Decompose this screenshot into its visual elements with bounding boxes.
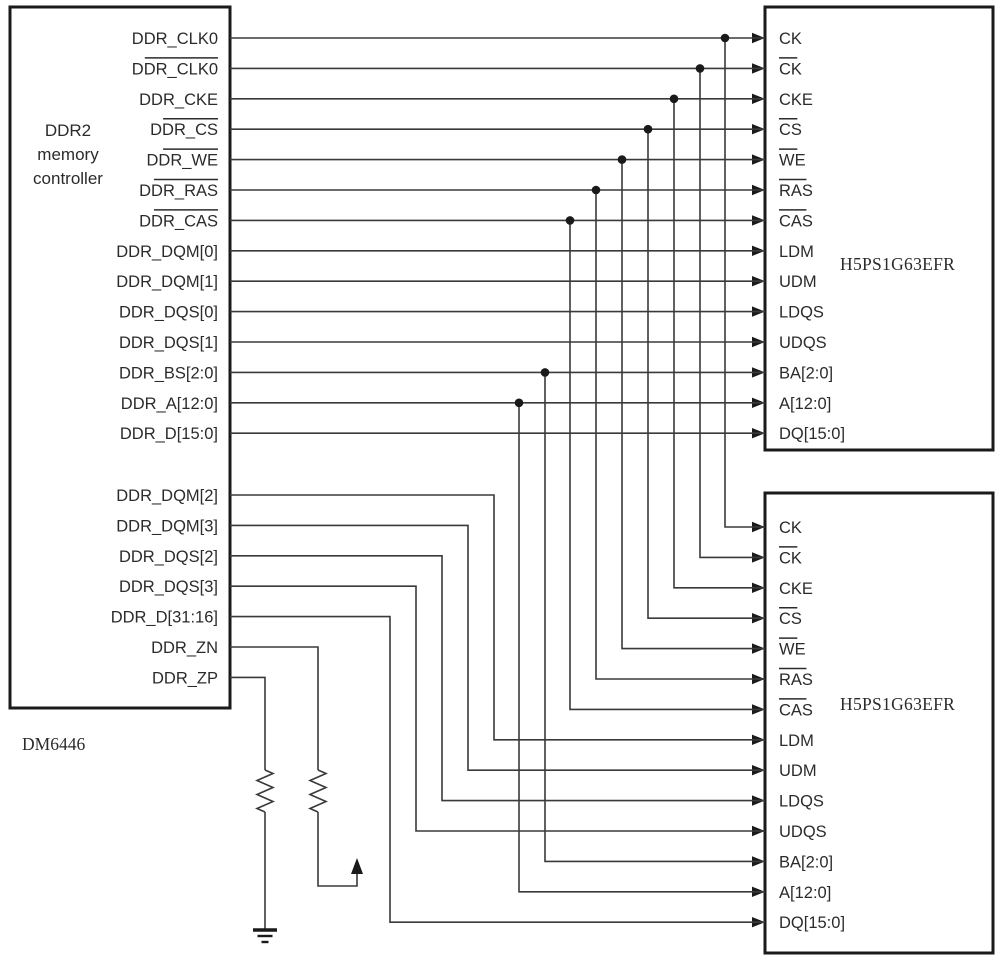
memory-top-pin-UDQS: UDQS bbox=[779, 334, 827, 352]
memory-bottom-pin-DQ150: DQ[15:0] bbox=[779, 914, 845, 932]
controller-pin-DDR_CLK0: DDR_CLK0 bbox=[132, 60, 218, 78]
shared-net-3 bbox=[647, 129, 765, 619]
memory-top-pin-RAS: RAS bbox=[779, 182, 813, 200]
schematic-svg: DDR2 memory controller DM6446 H5PS1G63EFR CK C… bbox=[8, 5, 995, 955]
controller-pin-DDR_ZN: DDR_ZN bbox=[151, 639, 218, 657]
net-bottom-2 bbox=[230, 555, 765, 802]
memory-bottom-pin-CAS: CAS bbox=[779, 701, 813, 719]
memory-top-pin-CS: CS bbox=[779, 121, 802, 139]
bus-junction-dot-1 bbox=[514, 398, 524, 408]
controller-block-outline bbox=[8, 5, 232, 710]
junction-dot-2 bbox=[669, 94, 679, 104]
bus-junction-dot-0 bbox=[540, 368, 550, 377]
controller-pin-DDR_D150: DDR_D[15:0] bbox=[120, 425, 218, 443]
shared-bus-1 bbox=[518, 402, 765, 893]
controller-pin-DDR_DQM1: DDR_DQM[1] bbox=[116, 273, 218, 291]
termination-network bbox=[230, 646, 363, 930]
controller-pin-DDR_WE: DDR_WE bbox=[146, 152, 218, 170]
memory-top-pin-BA20: BA[2:0] bbox=[779, 364, 833, 382]
memory-top-block: H5PS1G63EFR CK CK CKE CS WE RAS CAS LDM UDM LDQS UD… bbox=[752, 5, 995, 452]
memory-bottom-pin-BA20: BA[2:0] bbox=[779, 853, 833, 871]
junction-dot-0 bbox=[720, 33, 730, 43]
memory-top-pin-UDM: UDM bbox=[779, 273, 817, 291]
memory-bottom-pin-WE: WE bbox=[779, 641, 806, 659]
shared-net-4 bbox=[621, 159, 765, 650]
controller-pin-DDR_CS: DDR_CS bbox=[150, 121, 218, 139]
memory-top-pin-A120: A[12:0] bbox=[779, 395, 831, 413]
controller-part-name: DM6446 bbox=[22, 734, 85, 754]
supply-arrow-icon bbox=[351, 858, 363, 874]
memory-top-pin-CAS: CAS bbox=[779, 212, 813, 230]
memory-bottom-pin-UDM: UDM bbox=[779, 762, 817, 780]
controller-caption-line-2: controller bbox=[33, 169, 103, 188]
memory-bottom-pin-CK: CK bbox=[779, 519, 802, 537]
controller-pin-DDR_CLK0: DDR_CLK0 bbox=[132, 30, 218, 48]
zn-lead-bottom bbox=[317, 812, 358, 887]
schematic-canvas: DDR2 memory controller DM6446 H5PS1G63EFR CK C… bbox=[0, 0, 1000, 960]
controller-pin-DDR_D3116: DDR_D[31:16] bbox=[111, 609, 218, 627]
junction-dot-4 bbox=[617, 155, 627, 164]
memory-top-pin-CK: CK bbox=[779, 60, 802, 78]
controller-pin-DDR_DQS0: DDR_DQS[0] bbox=[119, 304, 218, 322]
zp-resistor bbox=[255, 769, 275, 813]
controller-pin-DDR_ZP: DDR_ZP bbox=[152, 669, 218, 687]
memory-top-part-name: H5PS1G63EFR bbox=[840, 254, 955, 274]
zn-lead-top bbox=[230, 646, 319, 770]
controller-caption-line-1: memory bbox=[37, 145, 99, 164]
net-group-top bbox=[230, 37, 765, 434]
memory-bottom-pin-CK: CK bbox=[779, 549, 802, 567]
controller-pin-DDR_DQS3: DDR_DQS[3] bbox=[119, 578, 218, 596]
memory-bottom-pin-A120: A[12:0] bbox=[779, 884, 831, 902]
junction-dot-6 bbox=[565, 216, 575, 225]
controller-caption-line-0: DDR2 bbox=[45, 121, 91, 140]
junction-dot-5 bbox=[591, 185, 601, 195]
junction-dot-3 bbox=[643, 124, 653, 134]
memory-bottom-pin-CKE: CKE bbox=[779, 580, 813, 598]
controller-pin-DDR_CKE: DDR_CKE bbox=[139, 91, 218, 109]
memory-bottom-pin-LDM: LDM bbox=[779, 732, 814, 750]
memory-top-pin-LDM: LDM bbox=[779, 243, 814, 261]
zn-resistor bbox=[308, 769, 328, 813]
controller-pin-DDR_DQS2: DDR_DQS[2] bbox=[119, 548, 218, 566]
memory-top-pin-DQ150: DQ[15:0] bbox=[779, 425, 845, 443]
controller-pin-DDR_DQM0: DDR_DQM[0] bbox=[116, 243, 218, 261]
net-group-bottom bbox=[230, 494, 765, 923]
memory-bottom-pin-UDQS: UDQS bbox=[779, 823, 827, 841]
memory-top-pin-WE: WE bbox=[779, 152, 806, 170]
memory-bottom-pin-CS: CS bbox=[779, 610, 802, 628]
junction-dot-1 bbox=[695, 64, 705, 73]
memory-bottom-block: H5PS1G63EFR CK CK CKE CS WE RAS CAS LDM UDM LDQS UD… bbox=[752, 491, 995, 955]
controller-pin-DDR_RAS: DDR_RAS bbox=[139, 182, 218, 200]
controller-pin-DDR_DQS1: DDR_DQS[1] bbox=[119, 334, 218, 352]
shared-bus-0 bbox=[544, 372, 765, 863]
memory-bottom-pin-LDQS: LDQS bbox=[779, 793, 824, 811]
ground-symbol bbox=[253, 928, 277, 944]
controller-pin-DDR_CAS: DDR_CAS bbox=[139, 212, 218, 230]
memory-top-pin-LDQS: LDQS bbox=[779, 304, 824, 322]
controller-pin-DDR_A120: DDR_A[12:0] bbox=[121, 395, 218, 413]
shared-trunk-group bbox=[514, 33, 765, 893]
memory-bottom-part-name: H5PS1G63EFR bbox=[840, 694, 955, 714]
memory-top-pin-CK: CK bbox=[779, 30, 802, 48]
shared-net-6 bbox=[569, 220, 765, 711]
controller-pin-DDR_DQM2: DDR_DQM[2] bbox=[116, 487, 218, 505]
controller-pin-DDR_DQM3: DDR_DQM[3] bbox=[116, 517, 218, 535]
shared-net-2 bbox=[673, 98, 765, 589]
controller-pin-DDR_BS20: DDR_BS[2:0] bbox=[119, 364, 218, 382]
memory-top-pin-CKE: CKE bbox=[779, 91, 813, 109]
memory-bottom-pin-RAS: RAS bbox=[779, 671, 813, 689]
zp-lead-top bbox=[230, 676, 266, 770]
